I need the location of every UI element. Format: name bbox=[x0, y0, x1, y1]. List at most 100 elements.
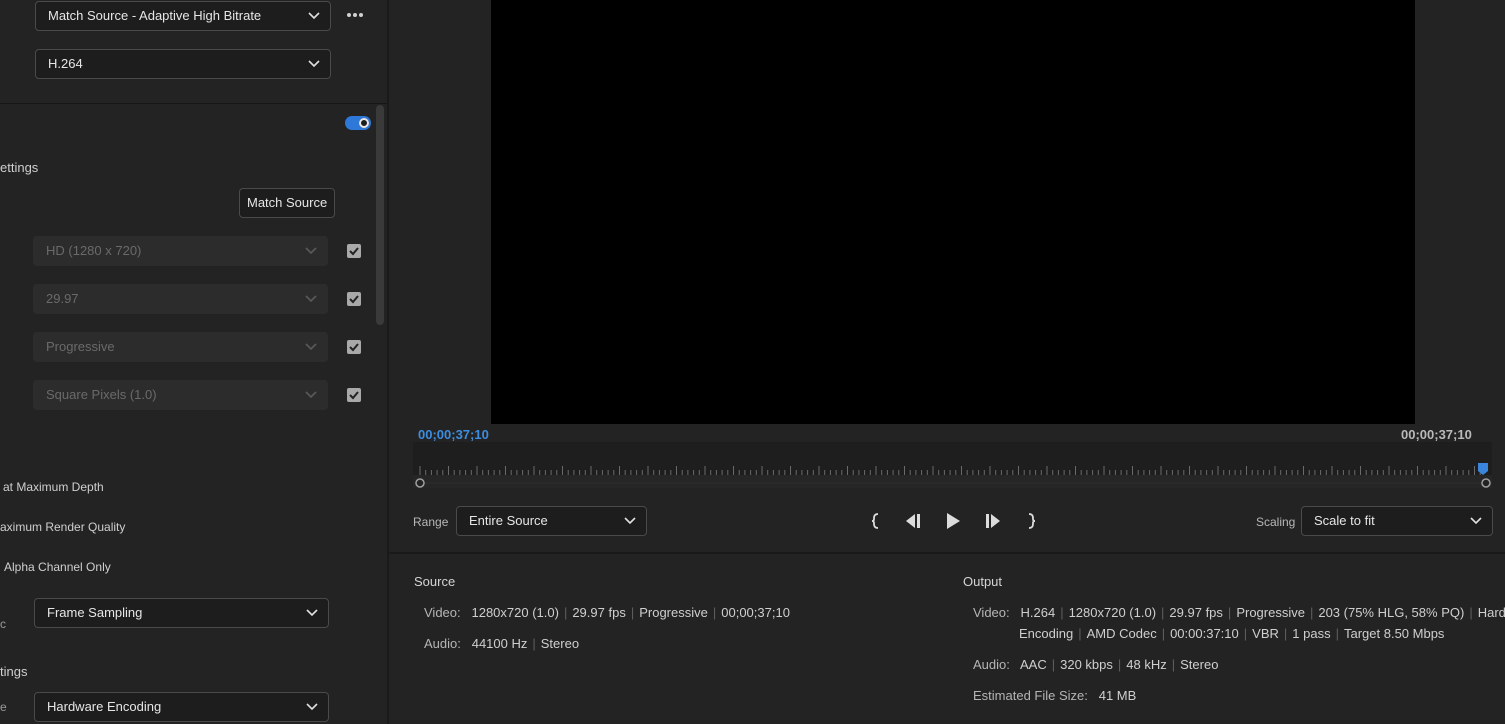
summary-value: 00:00:37:10 bbox=[1170, 626, 1239, 641]
more-icon[interactable] bbox=[345, 8, 367, 22]
value-separator: | bbox=[1227, 605, 1232, 620]
max-depth-option[interactable]: at Maximum Depth bbox=[3, 480, 104, 494]
output-video-values-1: H.264 | 1280x720 (1.0) | 29.97 fps | Progressi… bbox=[1020, 605, 1505, 620]
preset-select[interactable]: Match Source - Adaptive High Bitrate bbox=[35, 1, 331, 31]
source-video-values: 1280x720 (1.0) | 29.97 fps | Progressive | 00;… bbox=[471, 605, 789, 620]
value-separator: | bbox=[1117, 657, 1122, 672]
toggle-knob bbox=[359, 118, 369, 128]
mark-out-icon[interactable] bbox=[1021, 510, 1043, 532]
chevron-down-icon bbox=[305, 391, 317, 399]
value-separator: | bbox=[1161, 626, 1166, 641]
aspect-select[interactable]: Square Pixels (1.0) bbox=[33, 380, 328, 410]
timeline-ruler[interactable] bbox=[413, 442, 1492, 488]
in-point-handle bbox=[415, 478, 425, 488]
chevron-down-icon bbox=[305, 343, 317, 351]
field-order-checkbox[interactable] bbox=[347, 340, 361, 354]
value-separator: | bbox=[1161, 605, 1165, 620]
output-video-line-1: Video: H.264 | 1280x720 (1.0) | 29.97 fps | Pr… bbox=[973, 605, 1505, 620]
performance-value: Hardware Encoding bbox=[47, 699, 162, 714]
chevron-down-icon bbox=[624, 517, 636, 525]
match-source-button[interactable]: Match Source bbox=[239, 188, 336, 218]
max-render-quality-option[interactable]: aximum Render Quality bbox=[0, 520, 125, 534]
range-label: Range bbox=[413, 515, 449, 529]
checkbox-checked-icon bbox=[349, 343, 359, 352]
value-separator: | bbox=[712, 605, 717, 620]
summary-value: AMD Codec bbox=[1086, 626, 1157, 641]
chevron-down-icon bbox=[305, 295, 317, 303]
range-select[interactable]: Entire Source bbox=[456, 506, 647, 536]
summary-value: 00;00;37;10 bbox=[721, 605, 790, 620]
format-select[interactable]: H.264 bbox=[35, 49, 331, 79]
time-interpolation-label: c bbox=[0, 617, 6, 631]
summary-value: Encoding bbox=[1019, 626, 1074, 641]
frame-size-value: HD (1280 x 720) bbox=[46, 243, 142, 258]
scaling-value: Scale to fit bbox=[1314, 513, 1375, 528]
value-separator: | bbox=[1283, 626, 1288, 641]
summary-value: 203 (75% HLG, 58% PQ) bbox=[1318, 605, 1465, 620]
chevron-down-icon bbox=[306, 703, 318, 711]
summary-value: Progressive bbox=[639, 605, 708, 620]
summary-value: 320 kbps bbox=[1060, 657, 1113, 672]
chevron-down-icon bbox=[305, 247, 317, 255]
summary-value: 29.97 fps bbox=[1169, 605, 1223, 620]
summary-value: Target 8.50 Mbps bbox=[1343, 626, 1445, 641]
summary-value: Hardware bbox=[1477, 605, 1505, 620]
estimated-size-line: Estimated File Size: 41 MB bbox=[973, 688, 1136, 703]
step-back-icon[interactable] bbox=[903, 510, 925, 532]
aspect-checkbox[interactable] bbox=[347, 388, 361, 402]
aspect-value: Square Pixels (1.0) bbox=[46, 387, 157, 402]
output-audio-key: Audio: bbox=[973, 657, 1010, 672]
frame-rate-checkbox[interactable] bbox=[347, 292, 361, 306]
alpha-only-option[interactable]: Alpha Channel Only bbox=[4, 560, 111, 574]
summary-value: AAC bbox=[1020, 657, 1047, 672]
summary-value: 48 kHz bbox=[1126, 657, 1167, 672]
step-forward-icon[interactable] bbox=[982, 510, 1004, 532]
field-order-select[interactable]: Progressive bbox=[33, 332, 328, 362]
checkbox-checked-icon bbox=[349, 247, 359, 256]
output-heading: Output bbox=[963, 574, 1003, 589]
estimated-size-value: 41 MB bbox=[1098, 688, 1137, 703]
output-video-values-2: Encoding | AMD Codec | 00:00:37:10 | VBR | 1 pas… bbox=[1019, 626, 1444, 641]
time-interpolation-select[interactable]: Frame Sampling bbox=[34, 598, 329, 628]
frame-size-checkbox[interactable] bbox=[347, 244, 361, 258]
end-timecode: 00;00;37;10 bbox=[1401, 427, 1472, 442]
chevron-down-icon bbox=[308, 12, 320, 20]
frame-size-select[interactable]: HD (1280 x 720) bbox=[33, 236, 328, 266]
value-separator: | bbox=[1309, 605, 1314, 620]
summary-value: 1280x720 (1.0) bbox=[1068, 605, 1157, 620]
basic-settings-label: ettings bbox=[0, 160, 39, 175]
output-video-key: Video: bbox=[973, 605, 1010, 620]
range-value: Entire Source bbox=[469, 513, 548, 528]
mark-in-icon[interactable] bbox=[864, 510, 886, 532]
chevron-down-icon bbox=[1470, 517, 1482, 525]
value-separator: | bbox=[1051, 657, 1056, 672]
source-audio-key: Audio: bbox=[424, 636, 461, 651]
value-separator: | bbox=[1060, 605, 1064, 620]
time-interpolation-value: Frame Sampling bbox=[47, 605, 143, 620]
scaling-select[interactable]: Scale to fit bbox=[1301, 506, 1493, 536]
value-separator: | bbox=[563, 605, 568, 620]
summary-value: Stereo bbox=[1180, 657, 1219, 672]
summary-value: H.264 bbox=[1020, 605, 1056, 620]
output-audio-line: Audio: AAC | 320 kbps | 48 kHz | Stereo bbox=[973, 657, 1218, 672]
field-order-value: Progressive bbox=[46, 339, 115, 354]
summary-value: 1 pass bbox=[1292, 626, 1331, 641]
output-video-line-2: Encoding | AMD Codec | 00:00:37:10 | VBR | 1 pas… bbox=[1019, 626, 1444, 641]
summary-value: 29.97 fps bbox=[572, 605, 626, 620]
value-separator: | bbox=[1171, 657, 1176, 672]
value-separator: | bbox=[532, 636, 536, 651]
frame-rate-select[interactable]: 29.97 bbox=[33, 284, 328, 314]
play-icon[interactable] bbox=[942, 510, 964, 532]
performance-label: e bbox=[0, 700, 7, 714]
panel-scrollbar[interactable] bbox=[376, 105, 384, 325]
panel-divider[interactable] bbox=[387, 0, 389, 724]
encoding-settings-label: tings bbox=[0, 664, 28, 679]
video-export-toggle[interactable] bbox=[345, 116, 371, 130]
checkbox-checked-icon bbox=[349, 391, 359, 400]
performance-select[interactable]: Hardware Encoding bbox=[34, 692, 329, 722]
chevron-down-icon bbox=[308, 60, 320, 68]
value-separator: | bbox=[1469, 605, 1473, 620]
current-timecode[interactable]: 00;00;37;10 bbox=[418, 427, 489, 442]
value-separator: | bbox=[630, 605, 635, 620]
format-select-value: H.264 bbox=[48, 56, 83, 71]
